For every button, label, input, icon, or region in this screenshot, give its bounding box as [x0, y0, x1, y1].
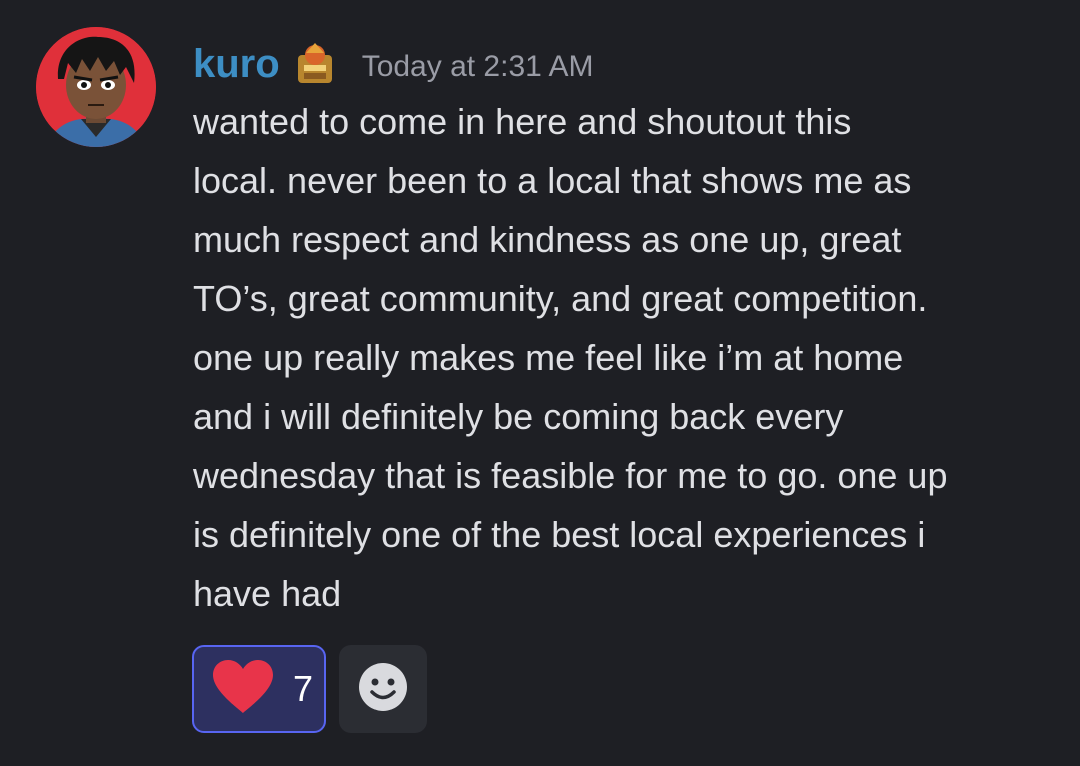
- message-line: TO’s, great community, and great competi…: [193, 278, 928, 319]
- message-line: local. never been to a local that shows …: [193, 160, 912, 201]
- message-line: and i will definitely be coming back eve…: [193, 396, 844, 437]
- message-line: is definitely one of the best local expe…: [193, 514, 926, 555]
- chat-message: kuro Today at 2:31 AM wanted to come in …: [0, 0, 1080, 766]
- role-badge-icon[interactable]: [292, 41, 338, 87]
- message-line: have had: [193, 573, 342, 614]
- message-line: much respect and kindness as one up, gre…: [193, 219, 902, 260]
- message-line: wednesday that is feasible for me to go.…: [193, 455, 948, 496]
- add-reaction-button[interactable]: [339, 645, 427, 733]
- heart-icon: [211, 659, 275, 719]
- message-line: wanted to come in here and shoutout this: [193, 101, 852, 142]
- smiley-face-icon: [357, 661, 409, 717]
- message-header: kuro Today at 2:31 AM: [193, 36, 594, 92]
- reactions-bar: 7: [192, 645, 427, 733]
- message-content: wanted to come in here and shoutout this…: [193, 92, 1053, 623]
- user-avatar[interactable]: [36, 27, 156, 147]
- reaction-count: 7: [292, 668, 314, 709]
- message-line: one up really makes me feel like i’m at …: [193, 337, 904, 378]
- avatar-portrait-icon: [36, 27, 156, 147]
- message-timestamp: Today at 2:31 AM: [361, 50, 594, 83]
- username[interactable]: kuro: [193, 36, 280, 92]
- heart-reaction-button[interactable]: 7: [192, 645, 326, 733]
